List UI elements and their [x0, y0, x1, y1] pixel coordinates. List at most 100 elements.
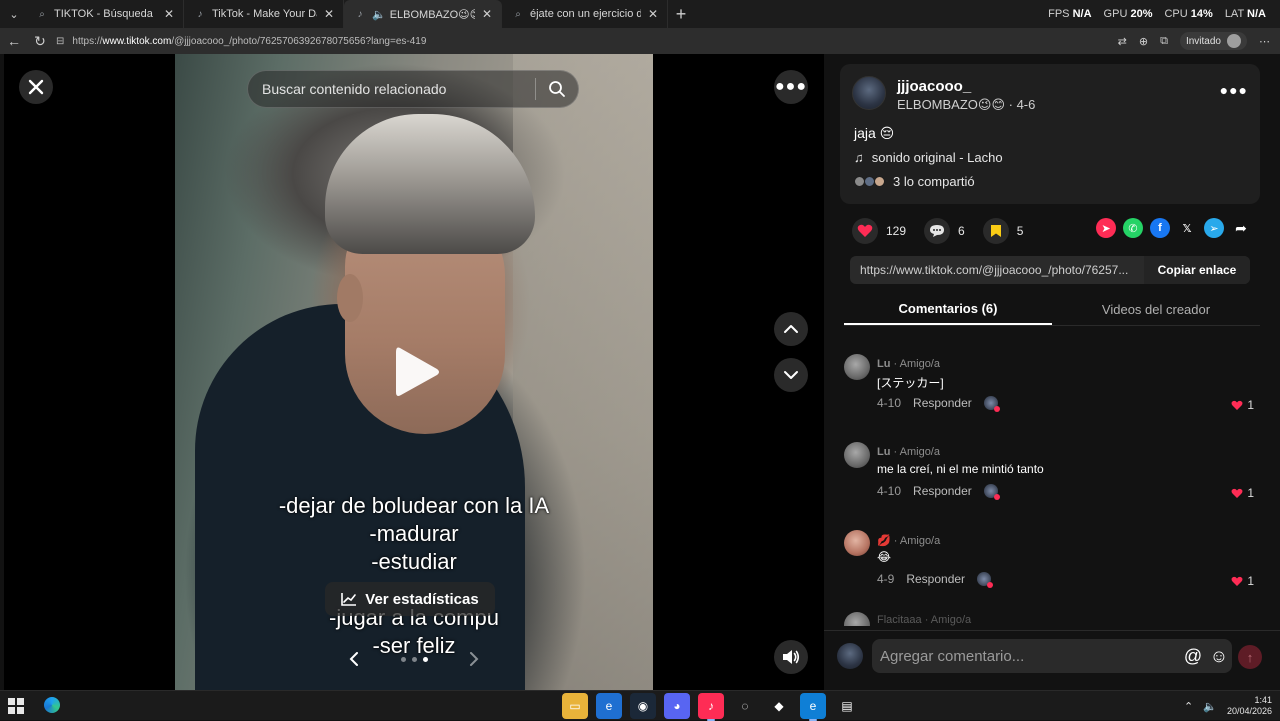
x-twitter-icon[interactable]: 𝕏 — [1177, 218, 1197, 238]
tray-expand-icon[interactable]: ⌃ — [1184, 700, 1193, 713]
comment-like-button[interactable]: 1 — [1231, 574, 1254, 588]
commenter-avatar[interactable] — [844, 530, 870, 556]
post-more-options-icon[interactable]: ●●● — [1220, 82, 1248, 98]
profile-button[interactable]: Invitado — [1179, 32, 1247, 50]
save-button[interactable]: 5 — [982, 218, 1023, 244]
performance-overlay: FPS N/A GPU 20% CPU 14% LAT N/A — [1048, 0, 1266, 28]
viewer-more-options-button[interactable]: ●●● — [774, 70, 808, 104]
steam-icon[interactable]: ◉ — [630, 693, 656, 719]
cpu-value: 14% — [1190, 8, 1213, 20]
share-arrow-icon[interactable]: ➦ — [1231, 218, 1251, 238]
browser-toolbar: ← ↻ ⊟ https://www.tiktok.com/@jjjoacooo_… — [0, 28, 1280, 54]
creator-liked-avatar — [983, 396, 1000, 412]
translate-icon[interactable]: ⇄ — [1118, 35, 1127, 48]
speaker-icon[interactable]: 🔈 — [372, 8, 386, 21]
search-icon[interactable] — [536, 70, 578, 108]
volume-button[interactable] — [774, 640, 808, 674]
author-username[interactable]: jjjoacooo_ — [897, 78, 971, 95]
post-caption: jaja 😔 — [854, 125, 895, 141]
zoom-icon[interactable]: ⊕ — [1139, 35, 1148, 48]
related-search-box[interactable] — [247, 70, 579, 108]
extensions-icon[interactable]: ⧉ — [1160, 35, 1168, 48]
commenter-name[interactable]: 💋 — [877, 535, 891, 547]
close-tab-icon[interactable]: ✕ — [479, 6, 495, 22]
speaker-tray-icon[interactable]: 🔈 — [1203, 700, 1217, 713]
notepad-icon[interactable]: ▤ — [834, 693, 860, 719]
osu-icon[interactable]: ◌ — [732, 693, 758, 719]
shared-by-indicator[interactable]: 3 lo compartió — [854, 174, 975, 189]
carousel-dot[interactable] — [411, 656, 417, 662]
browser-menu-icon[interactable]: ⋯ — [1259, 35, 1270, 48]
file-explorer-icon[interactable]: ▭ — [562, 693, 588, 719]
close-viewer-button[interactable] — [19, 70, 53, 104]
sound-link[interactable]: ♫ sonido original - Lacho — [854, 150, 1003, 165]
whatsapp-icon[interactable]: ✆ — [1123, 218, 1143, 238]
mention-icon[interactable]: @ — [1180, 643, 1206, 669]
close-tab-icon[interactable]: ✕ — [161, 6, 177, 22]
close-tab-icon[interactable]: ✕ — [321, 6, 337, 22]
facebook-icon[interactable]: f — [1150, 218, 1170, 238]
refresh-icon[interactable]: ↻ — [28, 29, 52, 53]
clock[interactable]: 1:41 20/04/2026 — [1227, 695, 1272, 717]
commenter-tag: · Amigo/a — [893, 358, 940, 370]
commenter-name[interactable]: Lu — [877, 358, 890, 370]
comment-date: 4-9 — [877, 572, 895, 586]
new-tab-button[interactable]: + — [668, 0, 694, 28]
photo-subject-ear — [337, 274, 363, 322]
reply-button[interactable]: Responder — [913, 484, 972, 498]
close-tab-icon[interactable]: ✕ — [645, 6, 661, 22]
comment-meta: 4-9 Responder — [877, 572, 994, 588]
comment-like-button[interactable]: 1 — [1231, 486, 1254, 500]
tab-actions-menu[interactable]: ⌄ — [2, 3, 26, 25]
tab-tiktok-search[interactable]: ⌕ TIKTOK - Búsqueda ✕ — [26, 0, 184, 28]
app-icon[interactable]: ◆ — [766, 693, 792, 719]
tab-creator-videos[interactable]: Videos del creador — [1052, 294, 1260, 325]
tab-breathing-search[interactable]: ⌕ éjate con un ejercicio de respiració ✕ — [502, 0, 668, 28]
copy-link-button[interactable]: Copiar enlace — [1144, 256, 1250, 284]
reply-button[interactable]: Responder — [906, 572, 965, 586]
comment-input[interactable] — [872, 647, 1180, 665]
tab-comments[interactable]: Comentarios (6) — [844, 294, 1052, 325]
send-to-friends-icon[interactable]: ➤ — [1096, 218, 1116, 238]
share-options: ➤ ✆ f 𝕏 ➢ ➦ — [1096, 218, 1251, 238]
commenter-avatar[interactable] — [844, 442, 870, 468]
discord-icon[interactable]: ◕ — [664, 693, 690, 719]
tab-tiktok-home[interactable]: ♪ TikTok - Make Your Day ✕ — [184, 0, 344, 28]
tiktok-app-icon[interactable]: ♪ — [698, 693, 724, 721]
related-search-input[interactable] — [248, 71, 535, 107]
carousel-prev-button[interactable] — [344, 649, 364, 669]
comment-button[interactable]: 6 — [924, 218, 965, 244]
commenter-avatar[interactable] — [844, 354, 870, 380]
next-post-button[interactable] — [774, 358, 808, 392]
address-bar[interactable]: ⊟ https://www.tiktok.com/@jjjoacooo_/pho… — [50, 30, 1130, 52]
commenter-name[interactable]: Lu — [877, 446, 890, 458]
view-stats-button[interactable]: Ver estadísticas — [325, 582, 495, 616]
edge-dev-icon[interactable]: e — [596, 693, 622, 719]
author-avatar[interactable] — [852, 76, 886, 110]
close-icon — [28, 79, 44, 95]
commenter-avatar[interactable] — [844, 612, 870, 626]
like-button[interactable]: 129 — [852, 218, 906, 244]
carousel-dot[interactable] — [422, 656, 428, 662]
carousel-dot[interactable] — [400, 656, 406, 662]
post-link-url[interactable]: https://www.tiktok.com/@jjjoacooo_/photo… — [850, 263, 1144, 277]
post-info-card: jjjoacooo_ ELBOMBAZO😉😊 · 4-6 ●●● jaja 😔 … — [840, 64, 1260, 204]
tab-title: TIKTOK - Búsqueda — [54, 8, 153, 20]
reply-button[interactable]: Responder — [913, 396, 972, 410]
edge-widget-icon[interactable] — [44, 697, 60, 713]
overlay-line: -estudiar — [371, 549, 457, 574]
comment-like-button[interactable]: 1 — [1231, 398, 1254, 412]
windows-start-icon[interactable] — [8, 698, 24, 714]
carousel-next-button[interactable] — [464, 649, 484, 669]
previous-post-button[interactable] — [774, 312, 808, 346]
send-comment-button[interactable]: ↑ — [1238, 645, 1262, 669]
view-stats-label: Ver estadísticas — [365, 590, 479, 608]
tab-tiktok-post[interactable]: ♪ 🔈 ELBOMBAZO😉😊 (@jjjoaco ✕ — [344, 0, 502, 28]
play-button[interactable] — [392, 344, 442, 400]
site-info-icon[interactable]: ⊟ — [56, 36, 64, 47]
back-arrow-icon[interactable]: ← — [2, 29, 26, 53]
edge-icon[interactable]: e — [800, 693, 826, 721]
emoji-icon[interactable]: ☺ — [1206, 643, 1232, 669]
telegram-icon[interactable]: ➢ — [1204, 218, 1224, 238]
comment-input-box[interactable]: @ ☺ — [872, 639, 1232, 673]
